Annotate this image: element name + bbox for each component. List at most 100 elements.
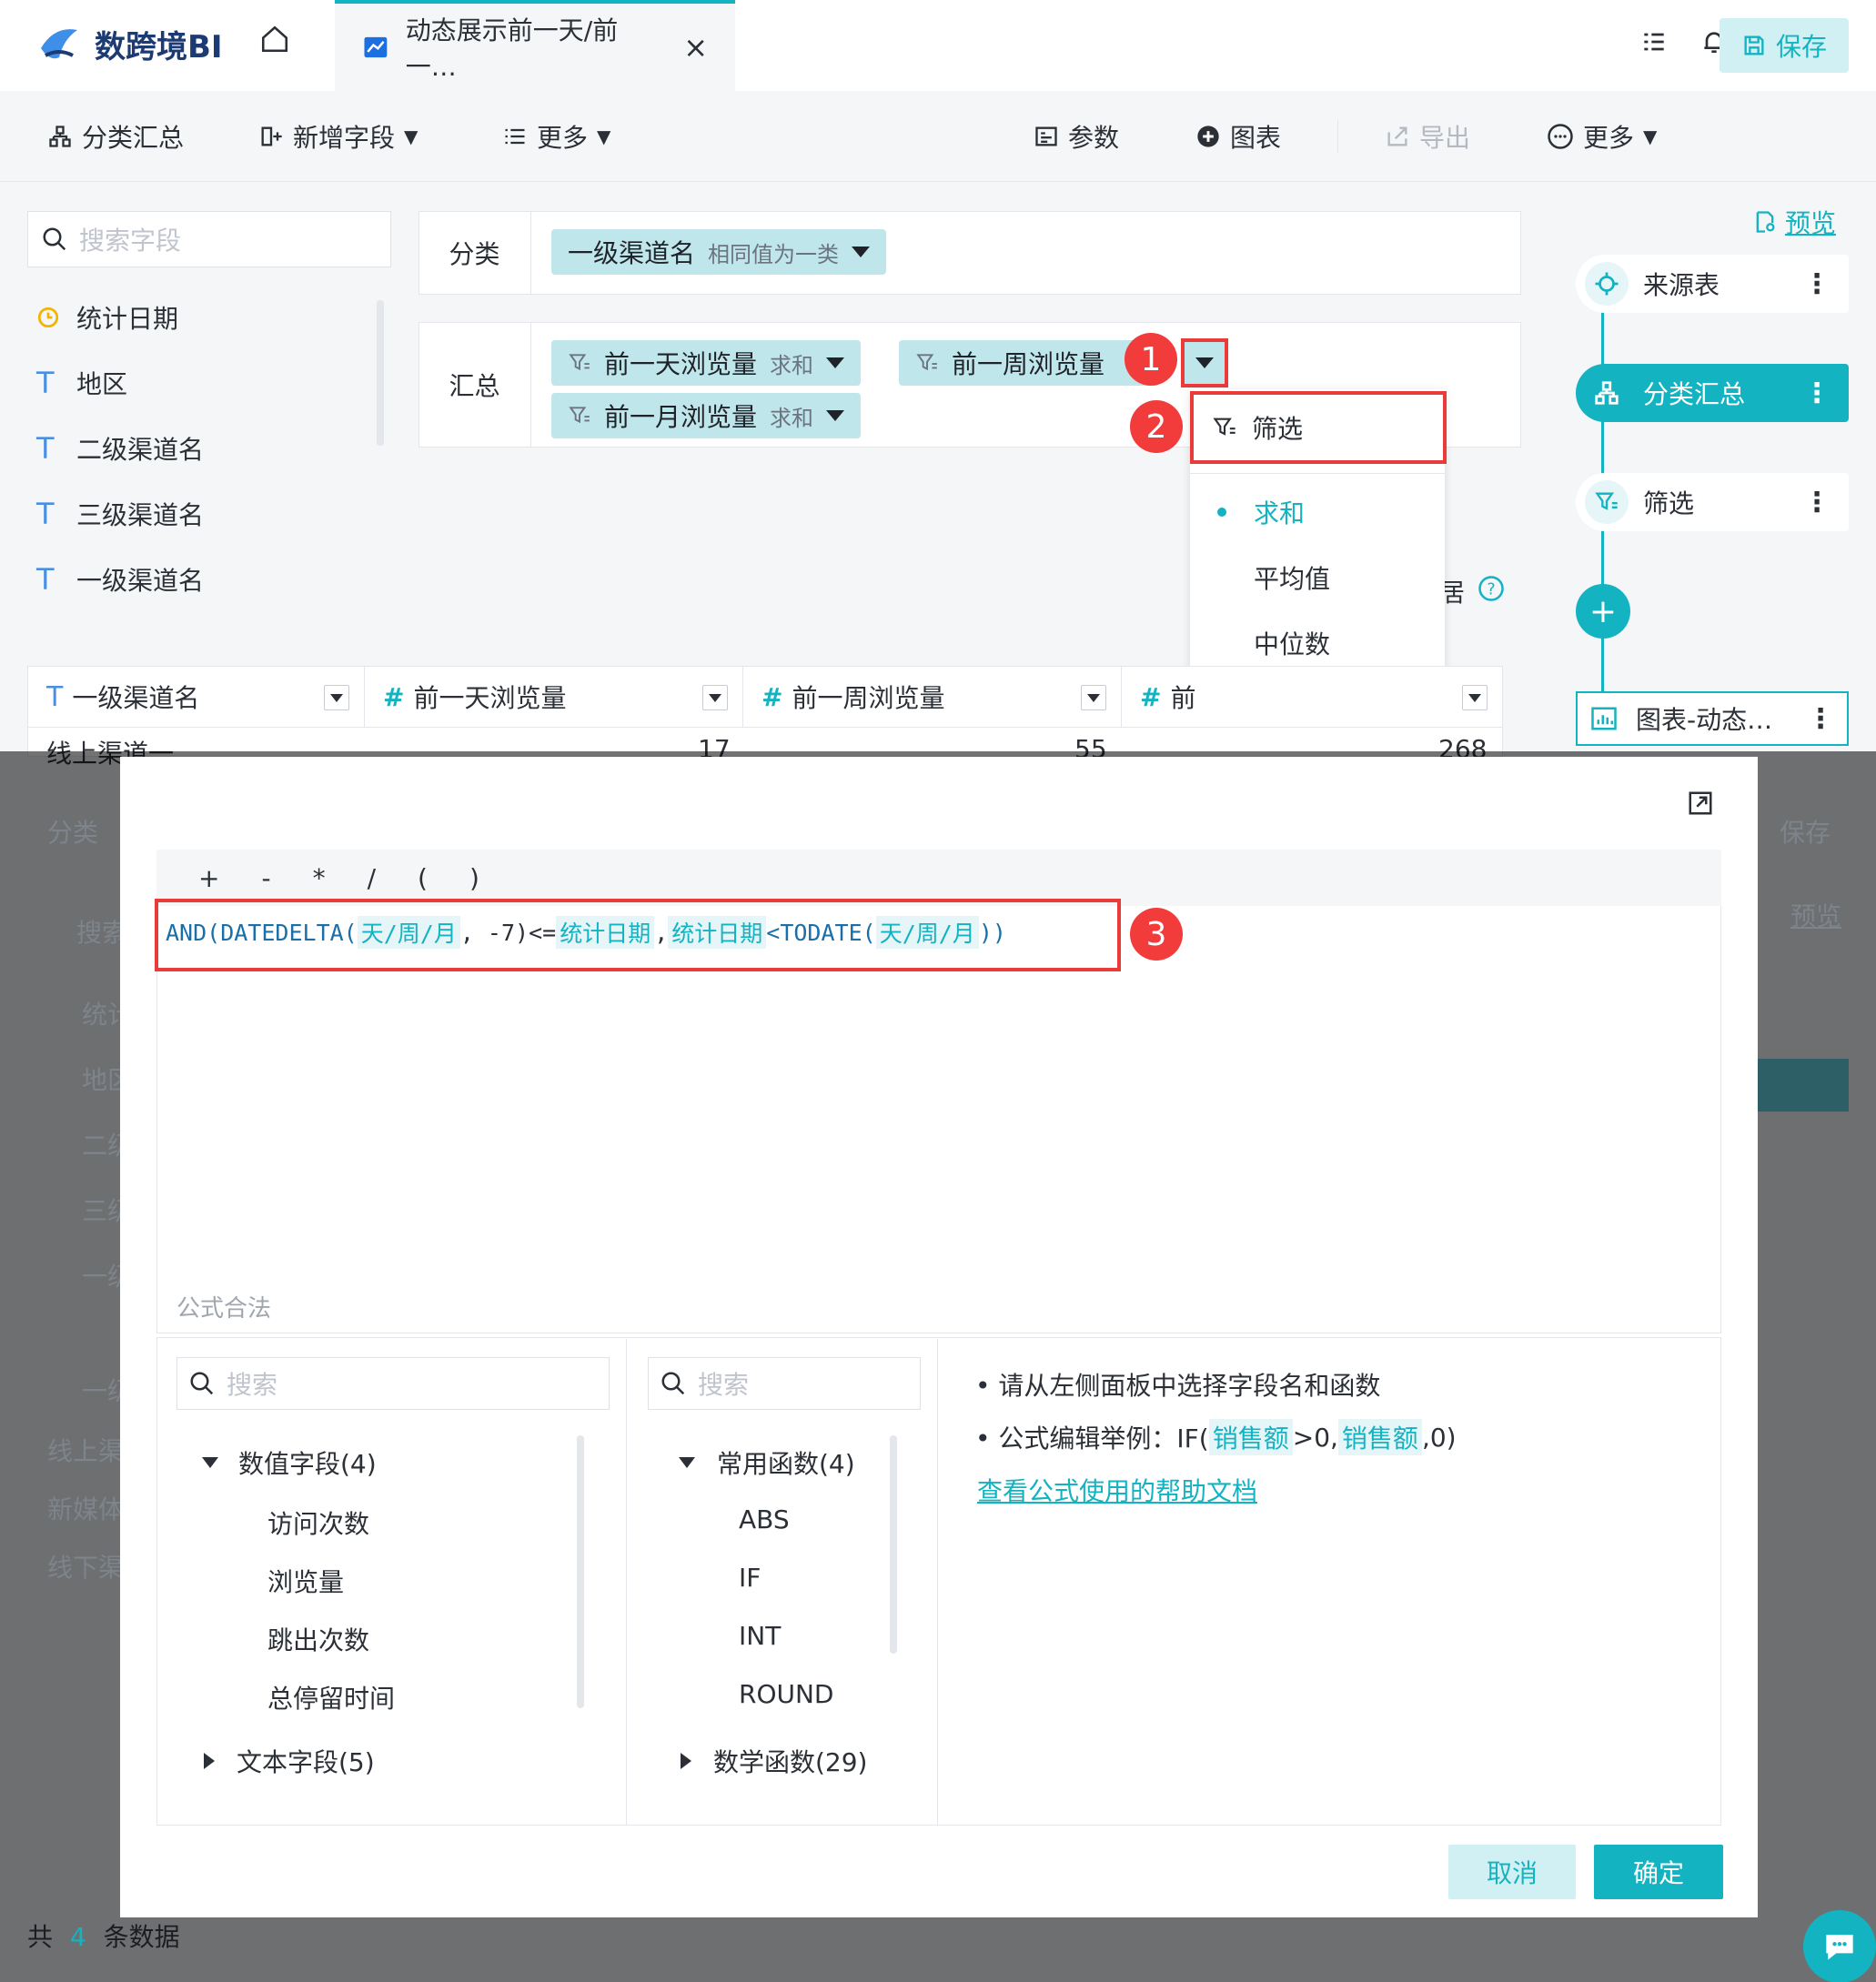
tab-dashboard[interactable]: 动态展示前一天/前一… ×: [335, 0, 735, 91]
op-plus[interactable]: +: [198, 863, 219, 893]
app-logo[interactable]: 数跨境BI: [36, 11, 223, 76]
menu-item-avg[interactable]: 平均值: [1190, 546, 1445, 609]
cancel-button[interactable]: 取消: [1448, 1845, 1576, 1899]
classify-pill[interactable]: 一级渠道名 相同值为一类: [551, 229, 887, 275]
column-dropdown-icon[interactable]: [702, 685, 728, 710]
field-item-channel2[interactable]: T 二级渠道名: [36, 426, 204, 471]
op-lparen[interactable]: (: [418, 863, 428, 893]
help-line-2: • 公式编辑举例：IF( 销售额 >0, 销售额 ,0): [975, 1419, 1457, 1455]
tree-group-label: 文本字段(5): [237, 1747, 375, 1777]
op-minus[interactable]: -: [261, 863, 270, 893]
summary-pill-day[interactable]: 前一天浏览量 求和: [551, 340, 862, 386]
formula-op: ,: [654, 919, 669, 946]
summary-pill-month[interactable]: 前一月浏览量 求和: [551, 393, 862, 438]
field-item-region[interactable]: T 地区: [36, 360, 127, 406]
clock-icon: [36, 306, 60, 329]
func-item[interactable]: ROUND: [739, 1679, 834, 1709]
summary-pill-week[interactable]: 前一周浏览量: [899, 340, 1160, 386]
op-rparen[interactable]: ): [469, 863, 479, 893]
panel-divider: [937, 1339, 938, 1825]
table-header-channel1[interactable]: T 一级渠道名: [28, 667, 365, 727]
tree-item[interactable]: 访问次数: [267, 1504, 369, 1541]
table-header-month[interactable]: # 前: [1122, 667, 1502, 727]
params-button[interactable]: 参数: [1034, 116, 1119, 156]
help-line-1: • 请从左侧面板中选择字段名和函数: [975, 1371, 1381, 1401]
export-button[interactable]: 导出: [1385, 116, 1470, 156]
data-table: T 一级渠道名 # 前一天浏览量 # 前一周浏览量 # 前 线上渠道一 17 5…: [27, 666, 1503, 769]
restore-window-icon[interactable]: [1687, 790, 1714, 817]
home-icon[interactable]: [259, 24, 290, 55]
classify-summary-label: 分类汇总: [82, 123, 185, 153]
chart-tab-icon: [364, 36, 388, 58]
more-vertical-icon[interactable]: ⋮: [1803, 377, 1831, 409]
svg-text:?: ?: [1487, 580, 1495, 599]
func-group-common[interactable]: 常用函数(4): [679, 1444, 855, 1481]
help-text: ,0): [1421, 1422, 1457, 1453]
caret-down-icon[interactable]: [852, 246, 871, 257]
chat-support-button[interactable]: [1803, 1910, 1876, 1982]
field-item-channel3[interactable]: T 三级渠道名: [36, 491, 204, 537]
more-vertical-icon[interactable]: ⋮: [1803, 487, 1831, 518]
field-label: 统计日期: [76, 304, 179, 334]
op-divide[interactable]: /: [368, 863, 376, 893]
field-item-channel1[interactable]: T 一级渠道名: [36, 557, 204, 602]
func-item[interactable]: INT: [739, 1621, 781, 1651]
chart-button[interactable]: 图表: [1195, 116, 1281, 156]
filter-icon: [1213, 418, 1236, 436]
help-icon[interactable]: ?: [1478, 575, 1505, 602]
field-tree-scrollbar[interactable]: [577, 1435, 584, 1708]
column-dropdown-icon[interactable]: [324, 685, 349, 710]
menu-item-sum[interactable]: 求和: [1190, 480, 1445, 544]
func-item[interactable]: ABS: [739, 1504, 790, 1534]
save-button[interactable]: 保存: [1720, 18, 1849, 73]
func-item[interactable]: IF: [739, 1563, 761, 1593]
flow-node-chart[interactable]: 图表-动态… ⋮: [1576, 691, 1849, 746]
header-divider: [28, 727, 1502, 728]
more-left-button[interactable]: 更多 ▼: [502, 116, 610, 156]
add-node-button[interactable]: +: [1576, 584, 1630, 639]
ghost-save: 保存: [1780, 818, 1831, 848]
tree-item[interactable]: 跳出次数: [267, 1621, 369, 1657]
column-dropdown-icon[interactable]: [1462, 685, 1488, 710]
ghost-classify: 分类: [47, 818, 99, 848]
close-tab-icon[interactable]: ×: [683, 30, 708, 65]
field-label: 一级渠道名: [76, 566, 205, 596]
field-search-input[interactable]: 搜索字段: [27, 211, 391, 267]
formula-text[interactable]: AND(DATEDELTA( 天/周/月 , -7)<= 统计日期 , 统计日期…: [166, 910, 1006, 955]
preview-link[interactable]: 预览: [1752, 204, 1836, 240]
tree-group-numeric[interactable]: 数值字段(4): [202, 1444, 377, 1481]
tree-item[interactable]: 浏览量: [267, 1563, 344, 1599]
flow-node-source[interactable]: 来源表 ⋮: [1576, 255, 1849, 313]
column-dropdown-icon[interactable]: [1081, 685, 1106, 710]
flow-node-filter[interactable]: 筛选 ⋮: [1576, 473, 1849, 531]
count-suffix: 条数据: [103, 1922, 180, 1952]
table-header-day[interactable]: # 前一天浏览量: [365, 667, 743, 727]
flow-node-classify[interactable]: 分类汇总 ⋮: [1576, 364, 1849, 422]
caret-down-icon[interactable]: [826, 410, 845, 421]
menu-item-filter[interactable]: 筛选: [1190, 391, 1447, 464]
more-vertical-icon[interactable]: ⋮: [1807, 703, 1834, 735]
help-doc-link[interactable]: 查看公式使用的帮助文档: [977, 1472, 1257, 1508]
tree-item[interactable]: 总停留时间: [267, 1679, 395, 1715]
field-tree-search[interactable]: 搜索: [177, 1357, 610, 1410]
table-header-week[interactable]: # 前一周浏览量: [743, 667, 1122, 727]
ghost-node: [1758, 1059, 1849, 1112]
more-right-button[interactable]: 更多 ▼: [1547, 116, 1657, 156]
func-tree-scrollbar[interactable]: [890, 1435, 897, 1654]
add-field-button[interactable]: 新增字段 ▼: [258, 116, 418, 156]
list-icon[interactable]: [1639, 27, 1669, 56]
confirm-button[interactable]: 确定: [1594, 1845, 1723, 1899]
classify-summary-button[interactable]: 分类汇总: [47, 116, 184, 156]
summary-label: 汇总: [419, 322, 531, 448]
field-item-date[interactable]: 统计日期: [36, 295, 178, 340]
count-prefix: 共: [27, 1922, 54, 1952]
caret-down-icon[interactable]: [826, 357, 845, 368]
field-list-scrollbar[interactable]: [377, 300, 384, 446]
classify-pill-name: 一级渠道名: [568, 238, 696, 268]
tree-group-text[interactable]: 文本字段(5): [204, 1743, 375, 1779]
more-vertical-icon[interactable]: ⋮: [1803, 268, 1831, 300]
op-multiply[interactable]: *: [313, 863, 326, 893]
week-pill-dropdown-button[interactable]: [1181, 338, 1228, 387]
function-search[interactable]: 搜索: [648, 1357, 921, 1410]
func-group-math[interactable]: 数学函数(29): [681, 1743, 867, 1779]
